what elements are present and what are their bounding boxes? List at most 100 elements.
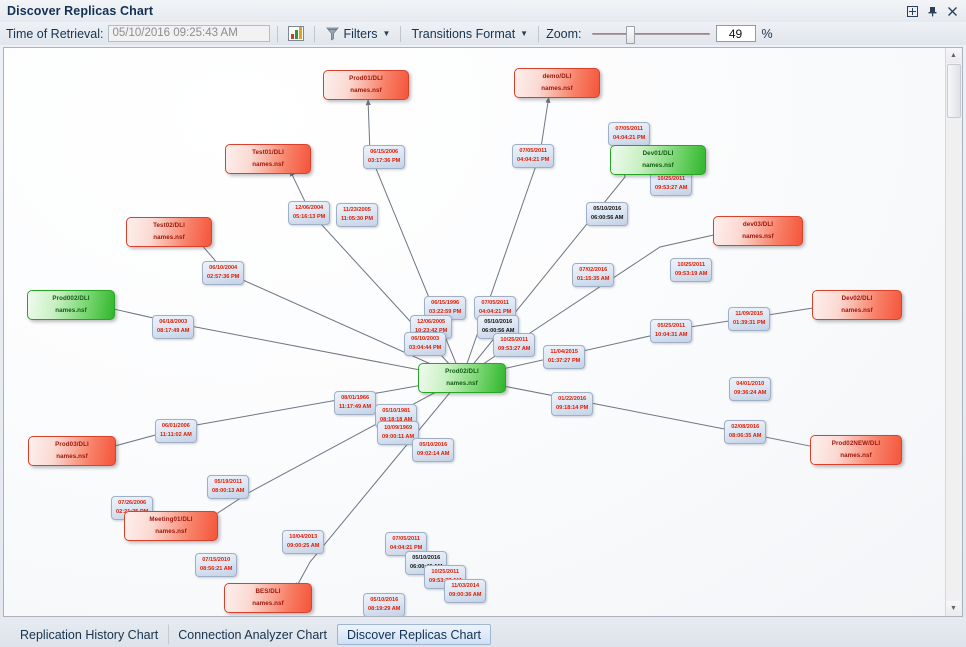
edge-date-label[interactable]: 01/22/2016 09:18:14 PM [551,392,594,417]
edge-date-label[interactable]: 10/25/2011 09:53:19 AM [670,258,713,283]
toolbar-separator [538,25,540,42]
edge-label-date: 06/10/2004 [209,265,238,271]
discover-replicas-window: Discover Replicas Chart Time of Retrieva… [0,0,966,647]
replica-node[interactable]: Prod02/DLI names.nsf [418,363,506,393]
edge-label-date: 06/15/2006 [370,149,399,155]
replica-node[interactable]: Meeting01/DLI names.nsf [124,511,218,541]
edge-label-time: 08:19:29 AM [368,606,401,613]
edge-label-date: 05/25/2011 [657,323,686,329]
replica-node[interactable]: Test02/DLI names.nsf [126,217,212,247]
edge-date-label[interactable]: 07/15/2010 08:56:21 AM [195,553,238,578]
replica-node-file: names.nsf [350,87,382,94]
edge-date-label[interactable]: 11/03/2014 09:00:36 AM [444,579,487,604]
edge-date-label[interactable]: 05/10/2016 08:19:29 AM [363,593,406,616]
replica-node-server: Prod002/DLI [52,294,90,302]
edge-date-label[interactable]: 10/25/2011 09:53:27 AM [650,172,693,197]
transitions-format-button[interactable]: Transitions Format ▼ [408,24,531,43]
zoom-value-input[interactable] [715,25,756,42]
edge-label-date: 05/10/2016 [370,597,399,603]
edge-date-label[interactable]: 05/19/2011 08:00:13 AM [207,475,250,500]
edge-date-label[interactable]: 07/02/2016 01:15:35 AM [572,263,615,288]
edge-date-label[interactable]: 04/01/2010 09:36:24 AM [729,377,772,402]
edge-label-date: 10/04/2013 [289,534,318,540]
edge-label-time: 09:02:14 AM [417,451,450,458]
tab-connection-analyzer-chart[interactable]: Connection Analyzer Chart [168,624,337,645]
replica-node-file: names.nsf [841,307,873,314]
scroll-up-arrow-icon[interactable]: ▲ [946,48,961,63]
edge-date-label[interactable]: 10/04/2013 09:00:25 AM [282,530,325,555]
replica-node-server: dev03/DLI [742,220,774,228]
filters-button[interactable]: Filters ▼ [322,24,393,43]
edge-date-label[interactable]: 06/01/2006 11:11:02 AM [155,419,197,444]
edge-date-label[interactable]: 05/25/2011 10:04:31 AM [650,319,693,344]
replica-node[interactable]: Dev02/DLI names.nsf [812,290,902,320]
edge-label-time: 09:00:36 AM [449,592,482,599]
close-window-icon[interactable] [946,5,959,18]
replica-node[interactable]: Prod002/DLI names.nsf [27,290,115,320]
edge-label-date: 11/04/2015 [550,349,579,355]
zoom-percent-label: % [761,26,773,41]
replica-node-file: names.nsf [252,600,284,607]
edge-label-time: 02:57:36 PM [207,274,240,281]
edge-date-label[interactable]: 08/01/1966 11:17:49 AM [334,391,377,416]
edge-label-time: 09:53:27 AM [498,346,531,353]
edge-date-label[interactable]: 06/18/2003 08:17:49 AM [152,315,195,340]
replica-node-server: BES/DLI [255,587,281,595]
zoom-slider[interactable] [591,25,710,44]
edge-date-label[interactable]: 12/06/2004 05:16:13 PM [288,201,331,226]
zoom-slider-thumb[interactable] [625,25,635,44]
tab-replication-history-chart[interactable]: Replication History Chart [10,624,168,645]
edge-label-date: 05/10/2016 [484,319,513,325]
edge-date-label[interactable]: 06/10/2003 03:04:44 PM [404,332,447,357]
tab-discover-replicas-chart[interactable]: Discover Replicas Chart [336,624,492,645]
toolbar-separator [400,25,402,42]
edge-date-label[interactable]: 11/09/2015 01:39:31 PM [728,307,771,332]
edge-label-date: 10/25/2011 [500,337,529,343]
edge-date-label[interactable]: 02/08/2016 08:06:35 AM [724,420,767,445]
chevron-down-icon: ▼ [520,28,529,38]
replica-node[interactable]: dev03/DLI names.nsf [713,216,803,246]
edge-date-label[interactable]: 11/04/2015 01:37:27 PM [543,345,586,370]
replica-node-server: Dev02/DLI [841,294,873,302]
edge-date-label[interactable]: 07/05/2011 04:04:21 PM [608,122,651,147]
scroll-down-arrow-icon[interactable]: ▼ [946,601,961,616]
edge-date-label[interactable]: 05/10/2016 09:02:14 AM [412,438,455,463]
replica-graph-canvas[interactable]: 06/15/2006 03:17:36 PM 07/05/2011 04:04:21 … [4,48,945,616]
edge-label-date: 01/22/2016 [558,396,587,402]
replica-node[interactable]: Dev01/DLI names.nsf [610,145,706,175]
replica-node-file: names.nsf [642,162,674,169]
pin-window-icon[interactable] [926,5,939,18]
replica-node[interactable]: Prod01/DLI names.nsf [323,70,409,100]
replica-node-server: Dev01/DLI [642,149,674,157]
edge-date-label[interactable]: 05/10/2016 06:00:56 AM [586,202,629,227]
replica-node[interactable]: BES/DLI names.nsf [224,583,312,613]
edge-label-date: 10/25/2011 [657,176,686,182]
vertical-scrollbar-thumb[interactable] [947,64,961,118]
replica-node[interactable]: Prod02NEW/DLI names.nsf [810,435,902,465]
edge-date-label[interactable]: 11/23/2005 11:05:30 PM [336,203,379,228]
edge-label-date: 05/10/2016 [412,555,441,561]
edge-date-label[interactable]: 06/15/2006 03:17:36 PM [363,145,406,170]
vertical-scrollbar[interactable]: ▲ ▼ [945,48,962,616]
edge-date-label[interactable]: 06/10/2004 02:57:36 PM [202,261,245,286]
chart-tab-bar: Replication History Chart Connection Anal… [0,618,966,647]
edge-date-label[interactable]: 07/05/2011 04:04:21 PM [512,144,555,169]
edge-label-time: 11:17:49 AM [339,404,372,411]
zoom-control: Zoom: % [546,25,773,44]
replica-node-file: names.nsf [55,307,87,314]
time-of-retrieval-input[interactable] [108,25,271,42]
edge-label-date: 07/26/2006 [118,500,147,506]
edge-date-label[interactable]: 10/25/2011 09:53:27 AM [493,333,536,358]
replica-node[interactable]: Prod03/DLI names.nsf [28,436,116,466]
replica-node-server: Prod03/DLI [55,440,89,448]
replica-node-file: names.nsf [153,234,185,241]
replica-node[interactable]: demo/DLI names.nsf [514,68,600,98]
filters-label: Filters [343,26,378,41]
restore-window-icon[interactable] [906,5,919,18]
edge-label-date: 05/10/2016 [419,442,448,448]
edge-label-date: 07/15/2010 [202,557,231,563]
replica-node-server: demo/DLI [542,72,572,80]
zoom-label: Zoom: [546,26,582,41]
chart-icon-button[interactable] [285,24,307,43]
replica-node[interactable]: Test01/DLI names.nsf [225,144,311,174]
